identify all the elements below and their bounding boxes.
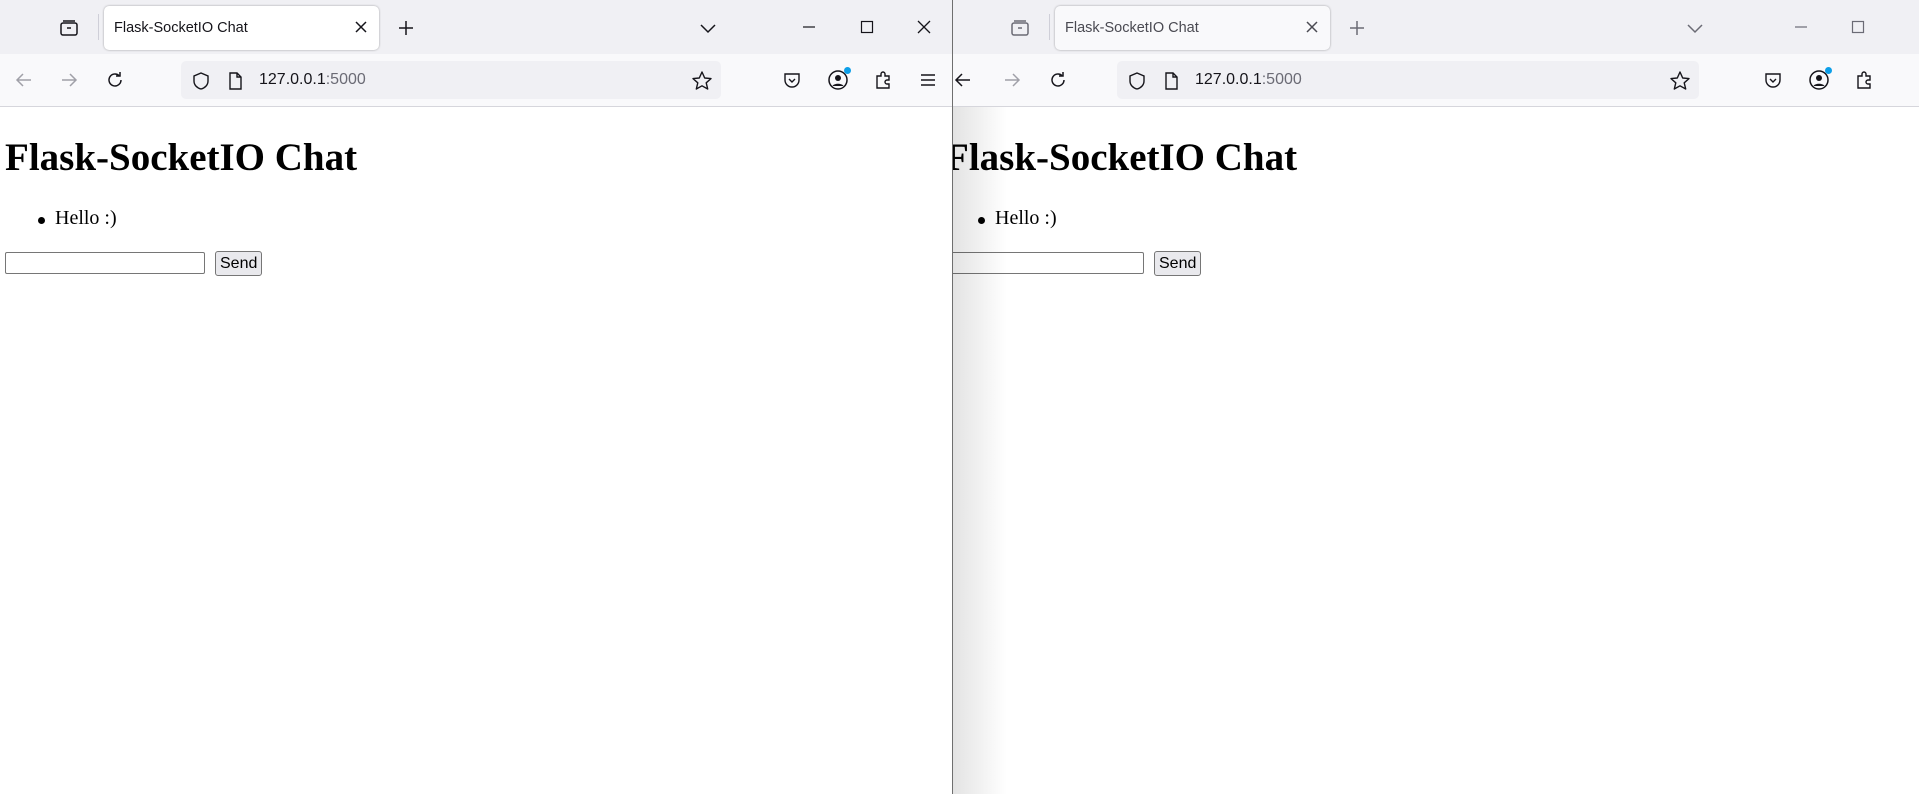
plus-icon <box>399 21 413 35</box>
arrow-left-icon <box>15 73 31 87</box>
account-button[interactable] <box>824 66 852 94</box>
shield-icon[interactable] <box>1127 71 1147 91</box>
bookmark-star-button[interactable] <box>691 70 713 92</box>
maximize-button[interactable] <box>1838 12 1878 42</box>
list-all-tabs-button[interactable] <box>696 16 720 40</box>
new-tab-button[interactable] <box>1345 16 1369 40</box>
browser-window-left: Flask-SocketIO Chat 127.0.0.1:5000 Flask… <box>0 0 953 794</box>
tab-active[interactable]: Flask-SocketIO Chat <box>1055 6 1330 50</box>
tab-separator <box>1049 14 1050 40</box>
app-menu-button[interactable] <box>914 66 942 94</box>
pocket-button[interactable] <box>1759 66 1787 94</box>
forward-button[interactable] <box>55 66 83 94</box>
firefox-view-button[interactable] <box>54 14 84 42</box>
navigation-toolbar: 127.0.0.1:5000 <box>953 54 1919 107</box>
firefox-view-icon <box>1011 20 1029 36</box>
minimize-button[interactable] <box>789 12 829 42</box>
tab-separator <box>98 14 99 40</box>
star-icon <box>692 71 712 90</box>
new-tab-button[interactable] <box>394 16 418 40</box>
close-icon <box>355 21 367 33</box>
puzzle-icon <box>1857 71 1871 89</box>
navigation-toolbar: 127.0.0.1:5000 <box>0 54 952 107</box>
tab-title: Flask-SocketIO Chat <box>114 20 248 36</box>
pocket-icon <box>784 73 800 88</box>
reload-button[interactable] <box>1044 66 1072 94</box>
reload-button[interactable] <box>101 66 129 94</box>
url-text: 127.0.0.1:5000 <box>259 71 366 89</box>
page-icon[interactable] <box>225 71 245 91</box>
arrow-right-icon <box>62 73 78 87</box>
url-host: 127.0.0.1 <box>1195 71 1262 88</box>
tab-bar: Flask-SocketIO Chat <box>953 0 1919 54</box>
firefox-view-icon <box>60 20 78 36</box>
shield-icon[interactable] <box>191 71 211 91</box>
tab-close-button[interactable] <box>1304 19 1320 35</box>
close-window-button[interactable] <box>904 12 944 42</box>
hamburger-menu-icon <box>921 74 935 86</box>
back-button[interactable] <box>10 66 38 94</box>
bookmark-star-button[interactable] <box>1669 70 1691 92</box>
maximize-button[interactable] <box>847 12 887 42</box>
tab-title: Flask-SocketIO Chat <box>1065 20 1199 36</box>
close-icon <box>917 20 931 34</box>
extensions-button[interactable] <box>869 66 897 94</box>
chevron-down-icon <box>1687 24 1703 34</box>
pocket-button[interactable] <box>778 66 806 94</box>
minimize-button[interactable] <box>1781 12 1821 42</box>
arrow-right-icon <box>1005 73 1021 87</box>
maximize-icon <box>860 20 874 34</box>
send-button[interactable]: Send <box>215 251 263 276</box>
puzzle-icon <box>876 71 890 89</box>
close-icon <box>1306 21 1318 33</box>
minimize-icon <box>1795 26 1807 28</box>
reload-icon <box>108 72 122 87</box>
tab-close-button[interactable] <box>353 19 369 35</box>
maximize-icon <box>1851 20 1865 34</box>
url-host: 127.0.0.1 <box>259 71 326 88</box>
minimize-icon <box>803 26 815 28</box>
chevron-down-icon <box>700 24 716 34</box>
url-port: :5000 <box>325 71 366 88</box>
message-list: Hello :) <box>38 207 117 230</box>
page-icon[interactable] <box>1161 71 1181 91</box>
send-button[interactable]: Send <box>1154 251 1202 276</box>
notification-dot <box>844 67 851 74</box>
page-content: Flask-SocketIO Chat Hello :) Send <box>953 107 1919 794</box>
back-button[interactable] <box>953 66 977 94</box>
pocket-icon <box>1765 73 1781 88</box>
url-text: 127.0.0.1:5000 <box>1195 71 1302 89</box>
url-port: :5000 <box>1261 71 1302 88</box>
tab-active[interactable]: Flask-SocketIO Chat <box>104 6 379 50</box>
tab-bar: Flask-SocketIO Chat <box>0 0 952 54</box>
page-heading: Flask-SocketIO Chat <box>5 136 358 179</box>
reload-icon <box>1051 72 1065 87</box>
notification-dot <box>1825 67 1832 74</box>
arrow-left-icon <box>954 73 970 87</box>
url-bar[interactable]: 127.0.0.1:5000 <box>181 61 721 99</box>
account-button[interactable] <box>1805 66 1833 94</box>
url-bar[interactable]: 127.0.0.1:5000 <box>1117 61 1699 99</box>
browser-window-right: Flask-SocketIO Chat 127.0.0.1:5000 Flask… <box>953 0 1919 794</box>
list-all-tabs-button[interactable] <box>1683 16 1707 40</box>
window-edge-shadow <box>953 107 1007 794</box>
page-content: Flask-SocketIO Chat Hello :) Send <box>0 107 952 794</box>
forward-button[interactable] <box>998 66 1026 94</box>
plus-icon <box>1350 21 1364 35</box>
list-item: Hello :) <box>38 207 117 229</box>
firefox-view-button[interactable] <box>1005 14 1035 42</box>
star-icon <box>1670 71 1690 90</box>
message-input[interactable] <box>5 252 205 274</box>
extensions-button[interactable] <box>1850 66 1878 94</box>
